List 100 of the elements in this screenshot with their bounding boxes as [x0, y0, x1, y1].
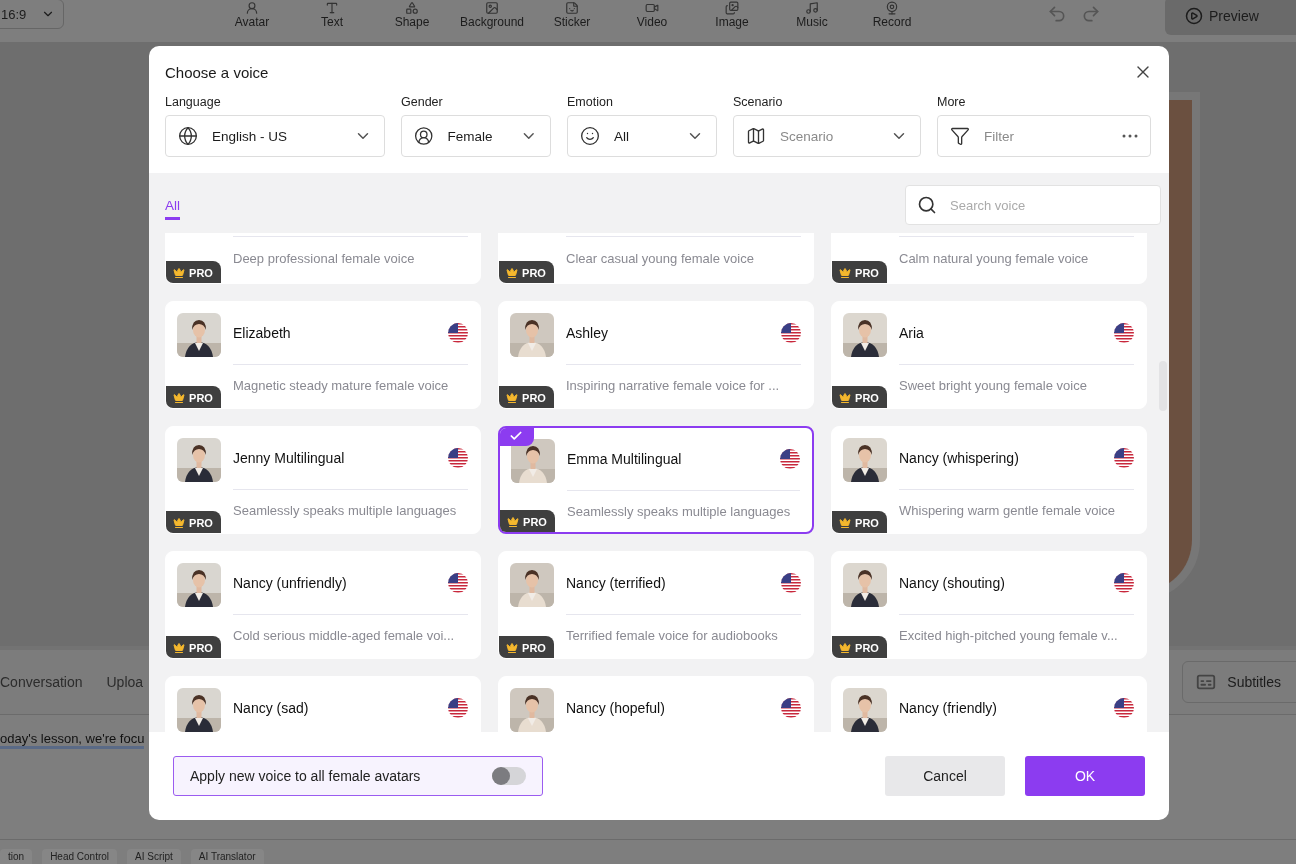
globe-icon	[178, 126, 198, 146]
filter-select[interactable]: Scenario	[733, 115, 921, 157]
voice-name: Elizabeth	[233, 325, 292, 341]
voice-card[interactable]: Nancy (terrified) Terrified female voice for audiobooks PRO	[498, 551, 814, 659]
voice-name: Nancy (sad)	[233, 700, 310, 716]
voice-name: Nancy (hopeful)	[566, 700, 666, 716]
pro-badge: PRO	[832, 261, 887, 283]
tool-chip[interactable]: tion	[0, 849, 33, 864]
subtitles-button[interactable]: Subtitles	[1182, 661, 1296, 703]
filter-select[interactable]: Female	[401, 115, 551, 157]
music-icon	[805, 1, 819, 15]
sticker-icon	[565, 1, 579, 15]
filter-select[interactable]: All	[567, 115, 717, 157]
category-tab[interactable]: All	[165, 190, 180, 220]
pro-badge: PRO	[166, 386, 221, 408]
voice-description: Seamlessly speaks multiple languages	[233, 502, 458, 518]
voice-card[interactable]: Nancy (hopeful)	[498, 676, 814, 732]
map-icon	[746, 126, 766, 146]
tool-chip[interactable]: AI Translator	[190, 849, 264, 864]
crown-icon	[506, 391, 519, 404]
undo-icon[interactable]	[1047, 4, 1067, 24]
preview-button[interactable]: Preview	[1165, 0, 1296, 35]
toolbar-tool[interactable]: Music	[772, 1, 852, 29]
us-flag-icon	[1114, 323, 1134, 343]
filter-select[interactable]: English - US	[165, 115, 385, 157]
voice-card[interactable]: Nancy (shouting) Excited high-pitched young female v... PRO	[831, 551, 1147, 659]
toolbar-tool[interactable]: Text	[292, 1, 372, 29]
tool-chip[interactable]: AI Script	[127, 849, 181, 864]
us-flag-icon	[448, 698, 468, 718]
toolbar-tool[interactable]: Shape	[372, 1, 452, 29]
toolbar-tool[interactable]: Sticker	[532, 1, 612, 29]
pro-badge: PRO	[832, 386, 887, 408]
voice-card[interactable]: Calm natural young female voice PRO	[831, 233, 1147, 284]
voice-card[interactable]: Elizabeth Magnetic steady mature female voice PRO	[165, 301, 481, 409]
more-icon	[1122, 134, 1138, 138]
voice-description: Whispering warm gentle female voice	[899, 502, 1117, 518]
voice-name: Nancy (whispering)	[899, 450, 1020, 466]
voice-name: Nancy (shouting)	[899, 575, 1006, 591]
us-flag-icon	[781, 698, 801, 718]
cancel-button[interactable]: Cancel	[885, 756, 1005, 796]
voice-card[interactable]: Ashley Inspiring narrative female voice for ... PRO	[498, 301, 814, 409]
script-tab[interactable]: Conversation	[0, 674, 83, 690]
crown-icon	[839, 266, 852, 279]
crown-icon	[839, 641, 852, 654]
pro-badge: PRO	[499, 386, 554, 408]
toolbar-tool[interactable]: Image	[692, 1, 772, 29]
filter-icon	[950, 126, 970, 146]
filter-label: More	[937, 95, 967, 109]
person-icon	[414, 126, 434, 146]
script-tab[interactable]: Uploa	[106, 674, 144, 690]
pro-badge: PRO	[499, 636, 554, 658]
toolbar-tool[interactable]: Record	[852, 1, 932, 29]
voice-card[interactable]: Nancy (whispering) Whispering warm gentle female voice PRO	[831, 426, 1147, 534]
voice-name: Emma Multilingual	[567, 451, 683, 467]
toolbar-tool[interactable]: Video	[612, 1, 692, 29]
toolbar-tool[interactable]: Avatar	[212, 1, 292, 29]
toolbar-tool[interactable]: Background	[452, 1, 532, 29]
voice-card[interactable]: Nancy (sad)	[165, 676, 481, 732]
us-flag-icon	[1114, 573, 1134, 593]
voice-name: Nancy (unfriendly)	[233, 575, 348, 591]
voice-name: Nancy (friendly)	[899, 700, 999, 716]
voice-card[interactable]: Nancy (friendly)	[831, 676, 1147, 732]
voice-description: Terrified female voice for audiobooks	[566, 627, 779, 643]
voice-card[interactable]: Clear casual young female voice PRO	[498, 233, 814, 284]
apply-toggle[interactable]	[492, 767, 526, 785]
person-icon	[245, 1, 259, 15]
voice-card[interactable]: Aria Sweet bright young female voice PRO	[831, 301, 1147, 409]
pro-badge: PRO	[166, 261, 221, 283]
us-flag-icon	[781, 323, 801, 343]
selected-check-icon	[500, 428, 534, 446]
voice-card[interactable]: Jenny Multilingual Seamlessly speaks multiple languages PRO	[165, 426, 481, 534]
search-field[interactable]: Search voice	[905, 185, 1161, 225]
script-text: oday's lesson, we're focu	[0, 731, 145, 749]
voice-description: Magnetic steady mature female voice	[233, 377, 450, 393]
voice-description: Deep professional female voice	[233, 251, 415, 266]
crown-icon	[506, 266, 519, 279]
us-flag-icon	[448, 573, 468, 593]
filter-select[interactable]: Filter	[937, 115, 1151, 157]
voice-name: Jenny Multilingual	[233, 450, 346, 466]
crown-icon	[839, 391, 852, 404]
pro-badge: PRO	[166, 636, 221, 658]
voice-card[interactable]: Deep professional female voice PRO	[165, 233, 481, 284]
images-icon	[725, 1, 739, 15]
voice-description: Inspiring narrative female voice for ...	[566, 377, 781, 393]
filter-label: Emotion	[567, 95, 614, 109]
voice-name: Nancy (terrified)	[566, 575, 667, 591]
voice-description: Excited high-pitched young female v...	[899, 627, 1119, 643]
tool-chip[interactable]: Head Control	[42, 849, 118, 864]
us-flag-icon	[1114, 448, 1134, 468]
ok-button[interactable]: OK	[1025, 756, 1145, 796]
voice-description: Seamlessly speaks multiple languages	[567, 503, 792, 519]
voice-description: Cold serious middle-aged female voi...	[233, 627, 456, 643]
pro-badge: PRO	[832, 636, 887, 658]
us-flag-icon	[780, 449, 800, 469]
crown-icon	[507, 515, 520, 528]
voice-card[interactable]: Emma Multilingual Seamlessly speaks multiple languages PRO	[498, 426, 814, 534]
crown-icon	[839, 516, 852, 529]
voice-card[interactable]: Nancy (unfriendly) Cold serious middle-aged female voi... PRO	[165, 551, 481, 659]
redo-icon[interactable]	[1081, 4, 1101, 24]
dialog-title: Choose a voice	[165, 64, 269, 81]
